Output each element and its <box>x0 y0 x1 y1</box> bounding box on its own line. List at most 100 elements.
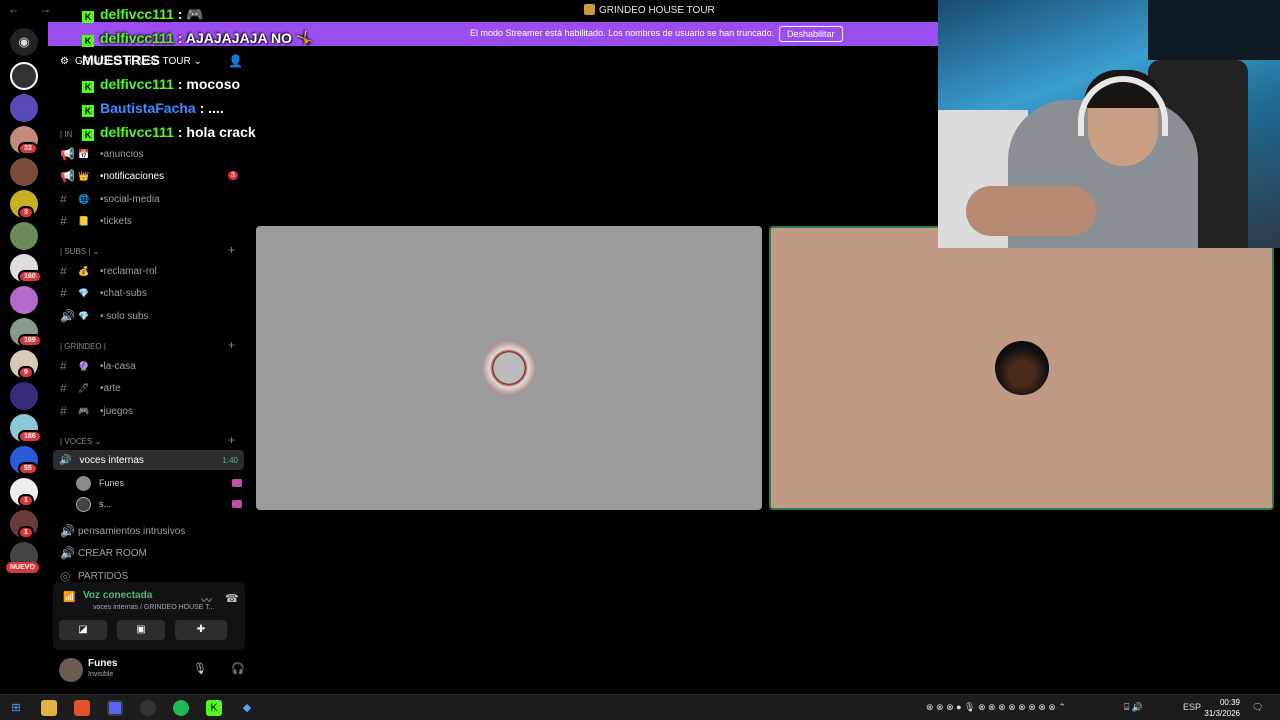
activities-button[interactable]: ✚ <box>175 620 227 640</box>
chat-message: Kdelfivcc111 : AJAJAJAJA NO 🤸 <box>82 30 313 47</box>
channel-reclamar-rol[interactable]: # 💰 •reclamar-rol <box>60 261 244 281</box>
category-voces[interactable]: | VOCES ⌄ <box>60 437 101 446</box>
unread-badge: 33 <box>18 142 38 155</box>
add-channel-icon[interactable]: + <box>228 243 235 257</box>
channel-notificaciones[interactable]: 📢 👑 •notificaciones <box>60 166 244 186</box>
hash-icon: # <box>60 381 67 395</box>
nav-arrows[interactable]: ← → <box>8 2 59 16</box>
category-info[interactable]: | IN <box>60 130 72 139</box>
voice-connected-panel: 📶 Voz conectada voces internas / GRINDEO… <box>53 582 245 650</box>
voice-timer: 1:40 <box>222 455 238 465</box>
noise-suppression-icon[interactable]: 〰 <box>201 592 212 608</box>
tray-icons[interactable]: ⊗ ⊗ ⊗ ● 🎙 ⊗ ⊗ ⊗ ⊗ ⊗ ⊗ ⊗ ⊗ ⌃ <box>926 702 1066 713</box>
voice-status: Voz conectada <box>83 590 153 601</box>
avatar <box>76 496 91 512</box>
unread-badge: 9 <box>18 366 34 379</box>
headphones-icon[interactable]: 🎧 <box>231 662 245 675</box>
windows-taskbar: ⊞ K ◆ ⊗ ⊗ ⊗ ● 🎙 ⊗ ⊗ ⊗ ⊗ ⊗ ⊗ ⊗ ⊗ ⌃ ⌸ 🔊 ES… <box>0 694 1280 720</box>
user-status: Invisible <box>88 671 114 678</box>
chat-message: Kdelfivcc111 : 🎮 <box>82 6 204 23</box>
add-channel-icon[interactable]: + <box>228 433 235 447</box>
server-icon-4[interactable] <box>10 158 38 186</box>
server-icon-1[interactable] <box>10 62 38 90</box>
avatar[interactable] <box>59 658 83 682</box>
language-indicator[interactable]: ESP <box>1183 702 1201 712</box>
voice-tile-funes[interactable] <box>256 226 762 510</box>
speaker-icon: 🔊 <box>60 546 75 560</box>
channel-chat-subs[interactable]: # 💎 •chat-subs <box>60 283 244 303</box>
window-title: GRINDEO HOUSE TOUR <box>584 4 715 16</box>
chat-message: K BautistaFacha : .... <box>82 100 224 117</box>
network-icon[interactable]: ⌸ 🔊 <box>1124 702 1143 713</box>
spotify-icon[interactable] <box>173 700 189 716</box>
channel-social-media[interactable]: # 🌐 •social-media <box>60 189 244 209</box>
camera-toggle-button[interactable]: ◪ <box>59 620 107 640</box>
stream-icon <box>232 500 242 508</box>
notifications-icon[interactable]: 🗨 <box>1252 702 1263 713</box>
channel-arte[interactable]: # 🖊 •arte <box>60 378 244 398</box>
unread-badge: 3 <box>18 206 34 219</box>
avatar <box>76 475 91 491</box>
server-icon-6[interactable] <box>10 222 38 250</box>
kick-icon: K <box>82 81 94 93</box>
obs-icon[interactable] <box>140 700 156 716</box>
kick-icon: K <box>82 129 94 141</box>
kick-icon: K <box>82 11 94 23</box>
brave-browser-icon[interactable] <box>74 700 90 716</box>
voice-member[interactable]: Funes <box>76 474 242 492</box>
kick-icon: K <box>82 105 94 117</box>
category-subs[interactable]: | SUBS | ⌄ <box>60 247 99 256</box>
unread-badge: 1 <box>18 494 34 507</box>
screen-share-button[interactable]: ▣ <box>117 620 165 640</box>
category-grindeo[interactable]: | GRINDEO | <box>60 342 106 351</box>
server-icon-8[interactable] <box>10 286 38 314</box>
voice-member[interactable]: s... <box>76 495 242 513</box>
chat-message-continued: MUESTRES <box>82 52 160 68</box>
user-panel: Funes Invisible 🎙 🎧 <box>53 654 245 690</box>
speaker-icon: 🔊 <box>60 524 75 538</box>
unread-badge: 160 <box>18 270 42 283</box>
discord-app-icon[interactable] <box>107 700 123 716</box>
voice-channel[interactable]: 🔊 CREAR ROOM <box>60 543 244 563</box>
clock[interactable]: 00:39 31/3/2026 <box>1204 697 1240 719</box>
add-channel-icon[interactable]: + <box>228 338 235 352</box>
add-member-icon[interactable]: 👤 <box>228 54 243 68</box>
new-badge: NUEVO <box>6 562 39 573</box>
server-icon-11[interactable] <box>10 382 38 410</box>
speaker-icon: 🔊 <box>60 309 75 323</box>
discord-home-icon[interactable]: ◉ <box>10 28 38 56</box>
channel-badge: 3 <box>228 171 238 180</box>
webcam-overlay <box>938 0 1280 248</box>
channel-juegos[interactable]: # 🎮 •juegos <box>60 401 244 421</box>
server-settings-icon: ⚙ <box>60 56 69 67</box>
disable-streamer-button[interactable]: Deshabilitar <box>779 26 843 42</box>
speaker-icon: 🔊 <box>59 454 72 466</box>
kick-app-icon[interactable]: K <box>206 700 222 716</box>
channel-anuncios[interactable]: 📢 📅 •anuncios <box>60 144 244 164</box>
hash-icon: # <box>60 214 67 228</box>
file-explorer-icon[interactable] <box>41 700 57 716</box>
avatar <box>482 341 536 395</box>
microphone-icon[interactable]: 🎙 <box>193 662 207 675</box>
server-rail: ◉ 33 3 160 199 9 186 55 1 1 <box>0 22 48 694</box>
disconnect-icon[interactable]: ☎ <box>225 592 239 605</box>
hash-icon: # <box>60 192 67 206</box>
channel-tickets[interactable]: # 📒 •tickets <box>60 211 244 231</box>
channel-solo-subs[interactable]: 🔊 💎 • solo subs <box>60 306 244 326</box>
voice-channel-active[interactable]: 🔊 voces internas 1:40 <box>53 450 244 470</box>
stage-icon: ◎ <box>60 569 71 583</box>
voice-tile-member[interactable] <box>769 226 1274 510</box>
voice-location[interactable]: voces internas / GRINDEO HOUSE T... <box>93 604 215 611</box>
channel-la-casa[interactable]: # 🔮 •la-casa <box>60 356 244 376</box>
discord-app: ← → GRINDEO HOUSE TOUR ◉ 33 3 160 199 9 … <box>0 0 1280 694</box>
megaphone-icon: 📢 <box>60 169 75 183</box>
server-icon-2[interactable] <box>10 94 38 122</box>
chat-message: Kdelfivcc111 : hola crack <box>82 124 256 141</box>
banner-text: El modo Streamer está habilitado. Los no… <box>470 28 775 38</box>
unread-badge: 199 <box>18 334 42 347</box>
megaphone-icon: 📢 <box>60 147 75 161</box>
hash-icon: # <box>60 359 67 373</box>
voice-channel[interactable]: 🔊 pensamientos intrusivos <box>60 521 244 541</box>
windows-start-icon[interactable]: ⊞ <box>8 700 24 716</box>
app-icon[interactable]: ◆ <box>239 700 255 716</box>
